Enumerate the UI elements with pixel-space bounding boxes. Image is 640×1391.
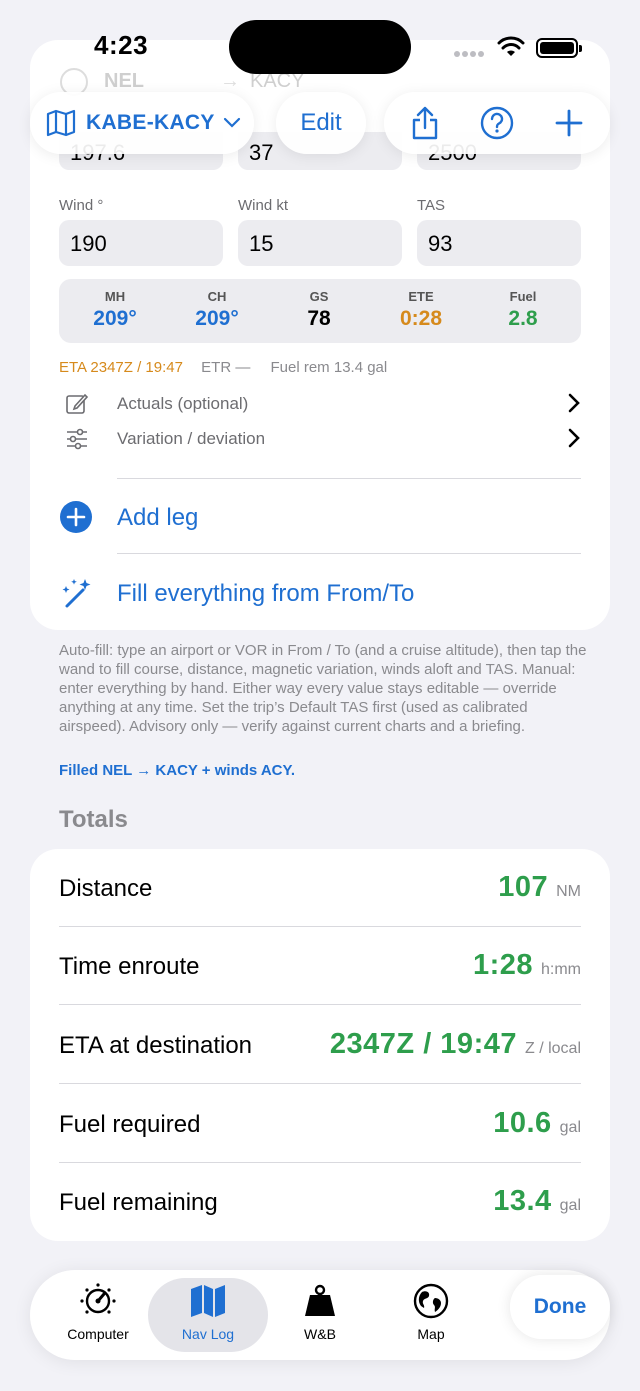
help-icon[interactable] <box>480 106 514 140</box>
magic-wand-icon <box>62 579 91 608</box>
calc-gs-key: GS <box>309 289 329 304</box>
tas-label: TAS <box>417 197 446 214</box>
eta-text: ETA 2347Z / 19:47 <box>59 359 183 376</box>
fill-from-to-button[interactable]: Fill everything from From/To <box>59 574 581 614</box>
computed-panel: MH 209° CH 209° GS 78 ETE 0:28 Fuel 2.8 <box>59 279 581 343</box>
calc-ch: CH 209° <box>177 289 257 331</box>
totals-heading: Totals <box>59 806 128 833</box>
globe-icon <box>413 1283 449 1319</box>
total-unit: NM <box>556 883 581 900</box>
calc-ete: ETE 0:28 <box>381 289 461 331</box>
gauge-icon <box>80 1283 116 1314</box>
map-icon <box>191 1285 225 1317</box>
total-time-row: Time enroute 1:28 h:mm <box>59 927 581 1005</box>
edit-icon <box>66 393 89 414</box>
total-value: 10.6 <box>493 1107 552 1139</box>
total-label: Distance <box>59 875 153 902</box>
chevron-right-icon <box>568 428 580 448</box>
map-icon <box>46 109 76 137</box>
field-wind-dir[interactable]: Wind ° 190 <box>59 197 223 266</box>
total-value: 13.4 <box>493 1185 552 1217</box>
total-fuel-remaining-row: Fuel remaining 13.4 gal <box>59 1163 581 1241</box>
actuals-row[interactable]: Actuals (optional) <box>59 390 581 420</box>
fill-label: Fill everything from From/To <box>117 580 415 607</box>
sliders-icon <box>67 428 87 450</box>
calc-ete-value: 0:28 <box>399 307 443 330</box>
total-label: ETA at destination <box>59 1032 253 1059</box>
calc-ete-key: ETE <box>408 289 434 304</box>
chevron-down-icon <box>223 117 240 128</box>
total-label: Time enroute <box>59 953 200 980</box>
total-unit: gal <box>559 1197 581 1214</box>
calc-gs: GS 78 <box>279 289 359 331</box>
wind-speed-label: Wind kt <box>238 197 289 214</box>
add-leg-button[interactable]: Add leg <box>59 498 581 538</box>
tab-nav-log[interactable]: Nav Log <box>148 1278 268 1352</box>
calc-ch-value: 209° <box>195 307 239 330</box>
divider <box>117 478 581 479</box>
tab-label: Nav Log <box>181 1326 235 1342</box>
eta-summary: ETA 2347Z / 19:47 ETR — Fuel rem 13.4 ga… <box>59 359 387 376</box>
add-leg-label: Add leg <box>117 504 199 531</box>
plus-circle-icon <box>60 501 92 533</box>
divider <box>59 1083 581 1084</box>
battery-icon <box>536 38 582 58</box>
tas-input[interactable]: 93 <box>417 220 581 266</box>
variation-row[interactable]: Variation / deviation <box>59 425 581 455</box>
calc-mh-key: MH <box>104 289 126 304</box>
actuals-label: Actuals (optional) <box>117 394 249 413</box>
total-value: 2347Z / 19:47 <box>329 1028 517 1060</box>
calc-mh: MH 209° <box>75 289 155 331</box>
calc-mh-value: 209° <box>93 307 137 330</box>
totals-card: Distance 107 NM Time enroute 1:28 h:mm ETA… <box>30 849 610 1241</box>
field-tas[interactable]: TAS 93 <box>417 197 581 266</box>
calc-fuel-key: Fuel <box>509 289 537 304</box>
edit-button[interactable]: Edit <box>276 92 366 154</box>
filled-status: Filled NEL → KACY + winds ACY. <box>59 762 296 779</box>
autofill-help-text: Auto-fill: type an airport or VOR in Fro… <box>59 642 587 735</box>
etr-text: ETR — <box>201 359 251 376</box>
done-button[interactable]: Done <box>510 1275 610 1339</box>
total-unit: h:mm <box>541 961 581 978</box>
calc-ch-key: CH <box>207 289 227 304</box>
total-unit: gal <box>559 1119 581 1136</box>
total-label: Fuel required <box>59 1111 201 1138</box>
tab-weight-balance[interactable]: W&B <box>260 1278 380 1352</box>
total-value: 1:28 <box>472 949 533 981</box>
tab-label: W&B <box>304 1326 336 1342</box>
total-fuel-required-row: Fuel required 10.6 gal <box>59 1085 581 1163</box>
wind-dir-input[interactable]: 190 <box>59 220 223 266</box>
divider <box>117 553 581 554</box>
chevron-right-icon <box>568 393 580 413</box>
field-wind-speed[interactable]: Wind kt 15 <box>238 197 402 266</box>
status-bar: 4:23 <box>0 0 640 90</box>
route-label: KABE-KACY <box>86 111 215 134</box>
signal-icon <box>454 44 486 62</box>
toolbar-actions <box>384 92 610 154</box>
tab-label: Map <box>417 1326 445 1342</box>
total-distance-row: Distance 107 NM <box>59 849 581 927</box>
tab-map[interactable]: Map <box>371 1278 491 1352</box>
tab-label: Computer <box>67 1326 129 1342</box>
status-time: 4:23 <box>94 30 149 60</box>
route-selector[interactable]: KABE-KACY <box>30 92 254 154</box>
wind-dir-label: Wind ° <box>59 197 104 214</box>
total-label: Fuel remaining <box>59 1189 218 1216</box>
weight-icon <box>305 1284 335 1316</box>
wifi-icon <box>497 36 525 56</box>
dynamic-island <box>229 20 411 74</box>
wind-speed-input[interactable]: 15 <box>238 220 402 266</box>
total-eta-row: ETA at destination 2347Z / 19:47 Z / loca… <box>59 1006 581 1084</box>
tab-computer[interactable]: Computer <box>38 1278 158 1352</box>
share-icon[interactable] <box>410 105 440 141</box>
variation-label: Variation / deviation <box>117 429 266 448</box>
calc-fuel: Fuel 2.8 <box>483 289 563 331</box>
fuel-rem-text: Fuel rem 13.4 gal <box>270 359 388 376</box>
calc-gs-value: 78 <box>307 307 331 330</box>
divider <box>59 1004 581 1005</box>
total-unit: Z / local <box>524 1040 581 1057</box>
add-icon[interactable] <box>554 108 584 138</box>
total-value: 107 <box>498 871 549 903</box>
calc-fuel-value: 2.8 <box>508 307 538 330</box>
